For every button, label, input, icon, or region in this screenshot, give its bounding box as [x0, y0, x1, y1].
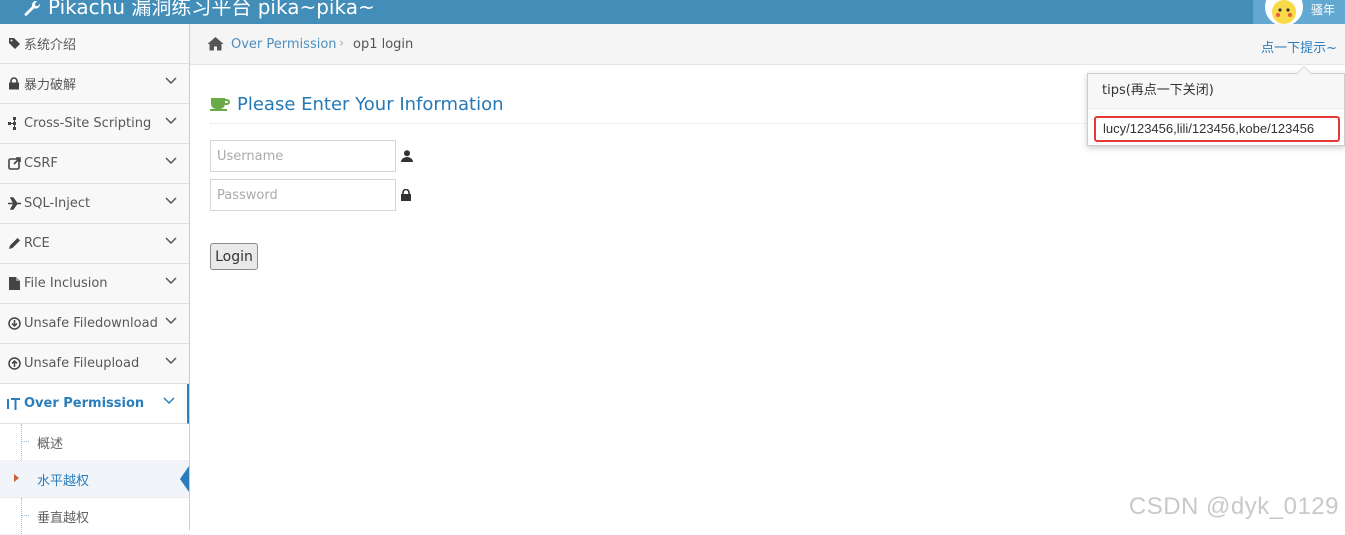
breadcrumb: Over Permission › op1 login 点一下提示~ — [190, 24, 1345, 65]
tag-icon — [7, 37, 21, 51]
breadcrumb-separator: › — [339, 36, 345, 51]
file-icon — [7, 277, 21, 291]
upload-circle-icon — [7, 357, 21, 371]
chevron-down-icon — [165, 357, 177, 365]
submenu-item-overview[interactable]: 概述 — [0, 424, 189, 461]
sidebar: 系统介绍 暴力破解 Cross-Site Scripting CSRF SQL-… — [0, 24, 190, 535]
popover-title: tips(再点一下关闭) — [1088, 74, 1344, 109]
sidebar-item-over-permission[interactable]: Over Permission — [0, 384, 189, 424]
brand-title: Pikachu 漏洞练习平台 pika~pika~ — [48, 0, 375, 19]
login-button[interactable]: Login — [210, 243, 258, 270]
sidebar-item-label: Cross-Site Scripting — [24, 116, 152, 131]
tree-tick — [21, 441, 29, 442]
tree-tick — [21, 515, 29, 516]
share-icon — [7, 157, 21, 171]
chevron-down-icon — [165, 317, 177, 325]
sidebar-item-brute-force[interactable]: 暴力破解 — [0, 64, 189, 104]
sidebar-item-unsafe-filedownload[interactable]: Unsafe Filedownload — [0, 304, 189, 344]
user-icon — [401, 150, 413, 166]
submenu-item-vertical[interactable]: 垂直越权 — [0, 498, 189, 535]
submenu-item-label: 垂直越权 — [37, 510, 90, 526]
chevron-down-icon — [165, 117, 177, 125]
coffee-icon — [210, 95, 230, 115]
submenu-item-label: 概述 — [37, 436, 64, 452]
wrench-icon — [24, 0, 40, 16]
tip-link[interactable]: 点一下提示~ — [1261, 37, 1337, 56]
download-circle-icon — [7, 317, 21, 331]
password-input[interactable] — [210, 179, 396, 211]
sidebar-item-xss[interactable]: Cross-Site Scripting — [0, 104, 189, 144]
page-title: Please Enter Your Information — [237, 94, 504, 115]
brand[interactable]: Pikachu 漏洞练习平台 pika~pika~ — [22, 0, 375, 21]
breadcrumb-link[interactable]: Over Permission — [231, 37, 337, 52]
chevron-down-icon — [163, 397, 175, 405]
chevron-down-icon — [165, 197, 177, 205]
lock-icon — [7, 77, 21, 91]
home-icon[interactable] — [207, 36, 224, 55]
page-header: Please Enter Your Information — [210, 92, 1110, 124]
user-name: 骚年 — [1311, 3, 1336, 17]
breadcrumb-current: op1 login — [353, 37, 414, 52]
chevron-down-icon — [165, 277, 177, 285]
user-menu[interactable]: 骚年 — [1253, 0, 1345, 26]
watermark: CSDN @dyk_0129 — [1128, 493, 1339, 520]
sidebar-item-file-inclusion[interactable]: File Inclusion — [0, 264, 189, 304]
sidebar-item-rce[interactable]: RCE — [0, 224, 189, 264]
sidebar-item-label: File Inclusion — [24, 276, 108, 291]
top-navbar: Pikachu 漏洞练习平台 pika~pika~ 骚年 — [0, 0, 1345, 26]
text-cursor-icon — [7, 397, 21, 411]
sidebar-item-label: Unsafe Fileupload — [24, 356, 140, 371]
pencil-icon — [7, 237, 21, 251]
chevron-down-icon — [165, 77, 177, 85]
popover-content: lucy/123456,lili/123456,kobe/123456 — [1094, 116, 1340, 142]
tips-popover[interactable]: tips(再点一下关闭) lucy/123456,lili/123456,kob… — [1087, 66, 1345, 146]
active-pointer — [180, 466, 189, 492]
sidebar-item-label: RCE — [24, 236, 50, 251]
sidebar-item-intro[interactable]: 系统介绍 — [0, 24, 189, 64]
sidebar-item-label: 系统介绍 — [24, 38, 77, 53]
tree-line — [21, 498, 22, 534]
lock-icon — [401, 188, 411, 205]
chevron-down-icon — [165, 237, 177, 245]
submenu-item-label: 水平越权 — [37, 473, 90, 489]
sidebar-item-label: Over Permission — [24, 396, 145, 411]
submenu-item-horizontal[interactable]: 水平越权 — [0, 461, 189, 498]
sidebar-item-label: 暴力破解 — [24, 78, 77, 93]
sidebar-item-label: CSRF — [24, 156, 58, 171]
avatar — [1265, 0, 1303, 26]
sitemap-icon — [7, 117, 21, 131]
caret-right-icon — [14, 474, 19, 482]
tree-line — [21, 424, 22, 460]
sidebar-item-label: Unsafe Filedownload — [24, 316, 158, 331]
popover-arrow-inner — [1297, 67, 1311, 74]
chevron-down-icon — [165, 157, 177, 165]
sidebar-item-label: SQL-Inject — [24, 196, 91, 211]
username-input[interactable] — [210, 140, 396, 172]
sidebar-item-csrf[interactable]: CSRF — [0, 144, 189, 184]
plane-icon — [7, 197, 21, 211]
sidebar-item-sqli[interactable]: SQL-Inject — [0, 184, 189, 224]
sidebar-item-unsafe-fileupload[interactable]: Unsafe Fileupload — [0, 344, 189, 384]
